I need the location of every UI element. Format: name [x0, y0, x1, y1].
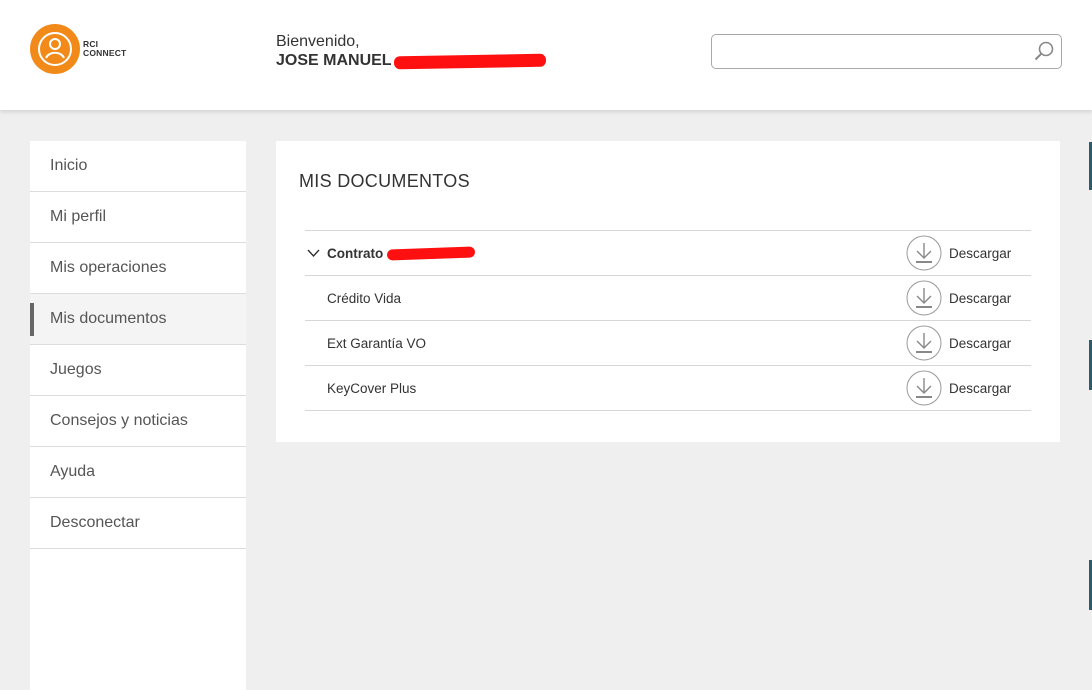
welcome-message: Bienvenido, JOSE MANUEL: [276, 33, 546, 70]
document-label-group: Contrato: [327, 245, 476, 261]
redaction-mark: [393, 53, 546, 69]
user-name: JOSE MANUEL: [276, 52, 392, 69]
document-label: Ext Garantía VO: [327, 335, 427, 351]
documents-panel: MIS DOCUMENTOS Contrato Descargar Crédit…: [276, 141, 1060, 442]
download-icon: [906, 235, 942, 271]
download-button[interactable]: Descargar: [906, 235, 1011, 271]
page-title: MIS DOCUMENTOS: [299, 171, 470, 191]
welcome-greeting: Bienvenido,: [276, 33, 360, 50]
download-button[interactable]: Descargar: [906, 280, 1011, 316]
document-row-contrato[interactable]: Contrato Descargar: [305, 231, 1031, 276]
rci-connect-logo[interactable]: RCI CONNECT: [30, 24, 140, 74]
download-button[interactable]: Descargar: [906, 325, 1011, 361]
user-name-row: JOSE MANUEL: [276, 52, 546, 70]
redaction-mark: [387, 245, 476, 261]
document-list: Contrato Descargar Crédito Vida Descarga…: [305, 230, 1031, 411]
download-icon: [906, 280, 942, 316]
search-icon[interactable]: [1033, 40, 1055, 62]
sidebar-item-mis-documentos[interactable]: Mis documentos: [30, 294, 246, 345]
logo-text: RCI CONNECT: [83, 39, 127, 58]
document-label: KeyCover Plus: [327, 380, 417, 396]
sidebar-item-ayuda[interactable]: Ayuda: [30, 447, 246, 498]
download-label: Descargar: [949, 290, 1012, 306]
sidebar-item-mi-perfil[interactable]: Mi perfil: [30, 192, 246, 243]
sidebar-item-desconectar[interactable]: Desconectar: [30, 498, 246, 549]
top-header: RCI CONNECT Bienvenido, JOSE MANUEL: [0, 0, 1092, 110]
download-icon: [906, 370, 942, 406]
document-row-ext-garantia-vo[interactable]: Ext Garantía VO Descargar: [305, 321, 1031, 366]
sidebar-item-inicio[interactable]: Inicio: [30, 141, 246, 192]
sidebar-item-juegos[interactable]: Juegos: [30, 345, 246, 396]
sidebar-item-consejos-y-noticias[interactable]: Consejos y noticias: [30, 396, 246, 447]
search-box[interactable]: [711, 34, 1062, 69]
document-label: Contrato: [327, 245, 384, 261]
document-row-credito-vida[interactable]: Crédito Vida Descargar: [305, 276, 1031, 321]
download-button[interactable]: Descargar: [906, 370, 1011, 406]
download-label: Descargar: [949, 335, 1012, 351]
download-label: Descargar: [949, 380, 1012, 396]
sidebar-nav: Inicio Mi perfil Mis operaciones Mis doc…: [30, 141, 246, 690]
download-label: Descargar: [949, 245, 1012, 261]
document-row-keycover-plus[interactable]: KeyCover Plus Descargar: [305, 366, 1031, 411]
logo-icon: [30, 24, 80, 74]
search-input[interactable]: [720, 41, 1020, 63]
chevron-down-icon[interactable]: [307, 249, 320, 257]
download-icon: [906, 325, 942, 361]
document-label: Crédito Vida: [327, 290, 402, 306]
sidebar-item-mis-operaciones[interactable]: Mis operaciones: [30, 243, 246, 294]
